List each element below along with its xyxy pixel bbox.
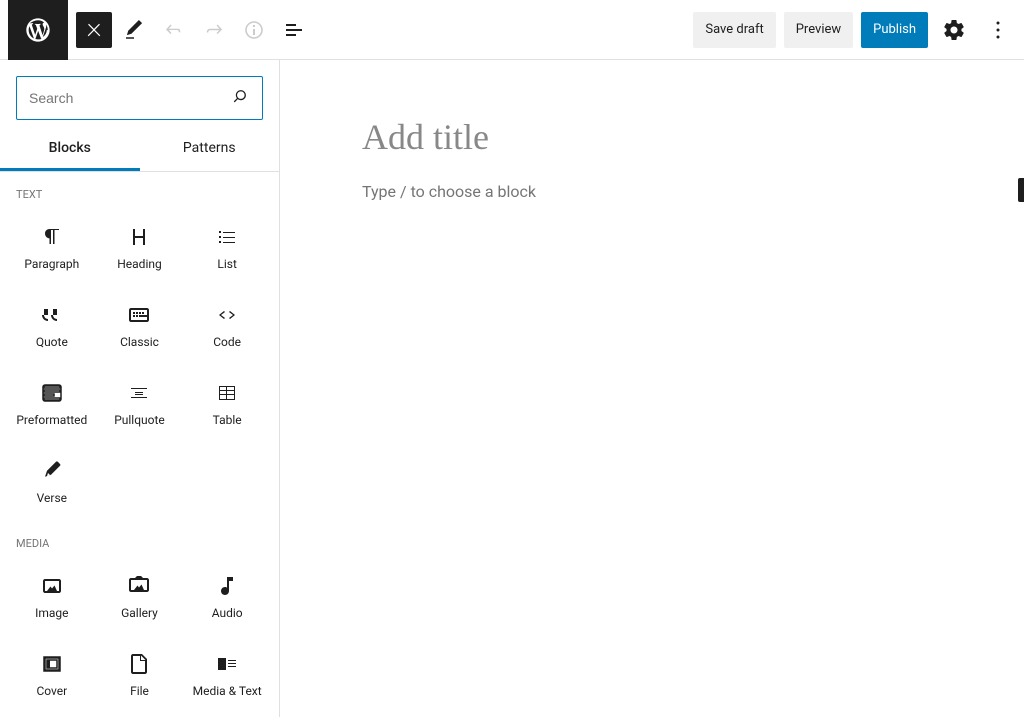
heading-icon bbox=[127, 225, 151, 249]
post-body-placeholder[interactable]: Type / to choose a block bbox=[362, 182, 942, 201]
search-box[interactable] bbox=[16, 76, 263, 120]
search-wrap bbox=[0, 60, 279, 128]
block-gallery[interactable]: Gallery bbox=[96, 558, 184, 636]
block-label: File bbox=[130, 684, 149, 698]
block-label: Gallery bbox=[121, 606, 158, 620]
block-pullquote[interactable]: Pullquote bbox=[96, 365, 184, 443]
tab-blocks[interactable]: Blocks bbox=[0, 128, 140, 171]
block-file[interactable]: File bbox=[96, 636, 184, 714]
list-icon bbox=[215, 225, 239, 249]
block-label: Quote bbox=[36, 335, 68, 349]
block-label: Heading bbox=[117, 257, 162, 271]
editor-content: Add title Type / to choose a block bbox=[362, 116, 942, 201]
block-label: Verse bbox=[37, 491, 67, 505]
blocks-grid: ImageGalleryAudioCoverFileMedia & TextVi… bbox=[0, 558, 279, 717]
block-label: Paragraph bbox=[24, 257, 79, 271]
redo-button[interactable] bbox=[196, 12, 232, 48]
wordpress-logo[interactable] bbox=[8, 0, 68, 60]
block-label: Pullquote bbox=[114, 413, 165, 427]
code-icon bbox=[215, 303, 239, 327]
blocks-grid: Paragraph Heading List Quote Classic Code Pref… bbox=[0, 209, 279, 521]
block-audio[interactable]: Audio bbox=[183, 558, 271, 636]
block-image[interactable]: Image bbox=[8, 558, 96, 636]
topbar-left bbox=[8, 0, 312, 60]
more-options-button[interactable] bbox=[980, 12, 1016, 48]
quote-icon bbox=[40, 303, 64, 327]
media-text-icon bbox=[215, 652, 239, 676]
topbar-right: Save draft Preview Publish bbox=[693, 12, 1016, 48]
block-preformatted[interactable]: Preformatted bbox=[8, 365, 96, 443]
block-label: Media & Text bbox=[193, 684, 262, 698]
block-paragraph[interactable]: Paragraph bbox=[8, 209, 96, 287]
info-button[interactable] bbox=[236, 12, 272, 48]
outline-button[interactable] bbox=[276, 12, 312, 48]
image-icon bbox=[40, 574, 64, 598]
preview-button[interactable]: Preview bbox=[784, 12, 853, 48]
topbar: Save draft Preview Publish bbox=[0, 0, 1024, 60]
preformatted-icon bbox=[40, 381, 64, 405]
search-icon bbox=[230, 86, 250, 110]
block-heading[interactable]: Heading bbox=[96, 209, 184, 287]
block-label: Audio bbox=[212, 606, 243, 620]
paragraph-icon bbox=[40, 225, 64, 249]
block-label: Preformatted bbox=[16, 413, 87, 427]
block-code[interactable]: Code bbox=[183, 287, 271, 365]
cover-icon bbox=[40, 652, 64, 676]
block-list[interactable]: List bbox=[183, 209, 271, 287]
inserter-tabs: Blocks Patterns bbox=[0, 128, 279, 172]
block-cover[interactable]: Cover bbox=[8, 636, 96, 714]
table-icon bbox=[215, 381, 239, 405]
tab-patterns[interactable]: Patterns bbox=[140, 128, 280, 171]
undo-button[interactable] bbox=[156, 12, 192, 48]
close-inserter-button[interactable] bbox=[76, 12, 112, 48]
block-table[interactable]: Table bbox=[183, 365, 271, 443]
block-label: Classic bbox=[120, 335, 159, 349]
pullquote-icon bbox=[127, 381, 151, 405]
block-label: Image bbox=[35, 606, 68, 620]
search-input[interactable] bbox=[29, 90, 230, 106]
block-label: List bbox=[217, 257, 237, 271]
edit-mode-button[interactable] bbox=[116, 12, 152, 48]
settings-button[interactable] bbox=[936, 12, 972, 48]
category-label: Media bbox=[0, 521, 279, 558]
file-icon bbox=[127, 652, 151, 676]
block-inserter-sidebar: Blocks Patterns Text Paragraph Heading List… bbox=[0, 60, 280, 717]
publish-button[interactable]: Publish bbox=[861, 12, 928, 48]
save-draft-button[interactable]: Save draft bbox=[693, 12, 775, 48]
category-label: Text bbox=[0, 172, 279, 209]
verse-icon bbox=[40, 459, 64, 483]
block-verse[interactable]: Verse bbox=[8, 443, 96, 521]
block-label: Table bbox=[213, 413, 242, 427]
block-label: Cover bbox=[36, 684, 67, 698]
editor-canvas[interactable]: Add title Type / to choose a block bbox=[280, 60, 1024, 717]
add-block-button[interactable] bbox=[1018, 178, 1024, 202]
block-label: Code bbox=[213, 335, 241, 349]
classic-icon bbox=[127, 303, 151, 327]
block-classic[interactable]: Classic bbox=[96, 287, 184, 365]
post-title-input[interactable]: Add title bbox=[362, 116, 942, 158]
audio-icon bbox=[215, 574, 239, 598]
main: Blocks Patterns Text Paragraph Heading List… bbox=[0, 60, 1024, 717]
block-media-text[interactable]: Media & Text bbox=[183, 636, 271, 714]
gallery-icon bbox=[127, 574, 151, 598]
block-quote[interactable]: Quote bbox=[8, 287, 96, 365]
blocks-panel: Text Paragraph Heading List Quote Classic Code… bbox=[0, 172, 279, 717]
